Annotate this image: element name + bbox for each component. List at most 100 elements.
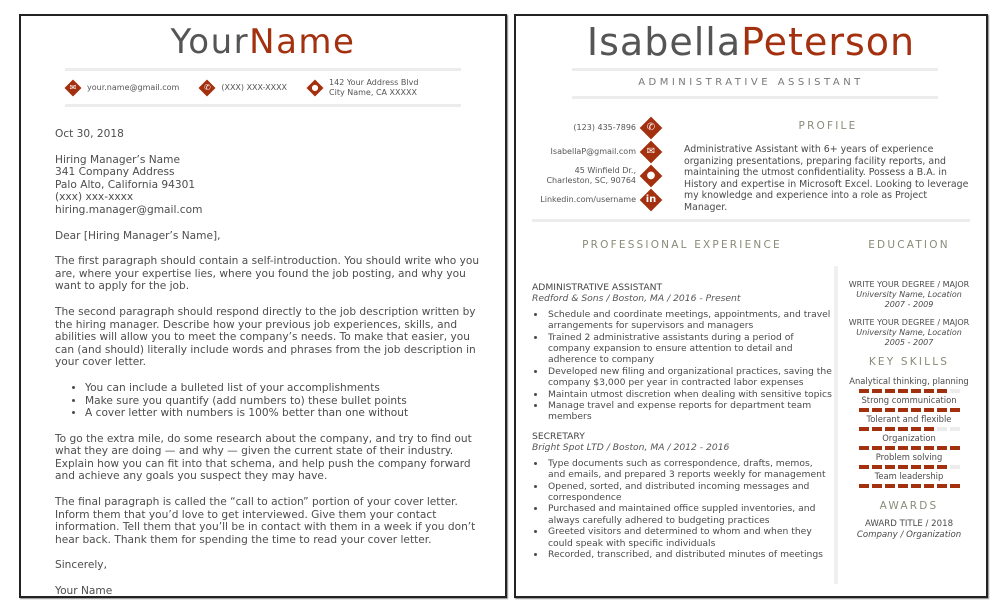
rating-segment-filled xyxy=(871,483,882,488)
rating-segment-filled xyxy=(936,483,947,488)
header-rule-bottom xyxy=(572,96,938,99)
job-bullet: Developed new filing and organizational … xyxy=(546,366,832,389)
rating-segment-filled xyxy=(871,388,882,393)
header-rule-top xyxy=(572,68,938,71)
profile-heading: PROFILE xyxy=(798,120,858,132)
skill-label: Problem solving xyxy=(875,451,943,462)
years: 2007 - 2009 xyxy=(884,299,934,309)
name-first: Your xyxy=(170,22,250,62)
rating-segment-filled xyxy=(936,388,947,393)
skill-item: Problem solving xyxy=(842,452,976,469)
rating-segment-filled xyxy=(871,426,882,431)
skill-item: Team leadership xyxy=(842,471,976,488)
contact-text: IsabellaP@gmail.com xyxy=(551,147,636,157)
contact-line: Charleston, SC, 90764 xyxy=(546,176,636,185)
job-bullets: Type documents such as correspondence, d… xyxy=(532,458,832,561)
education-list: WRITE YOUR DEGREE / MAJOR University Name… xyxy=(842,280,976,348)
name-first: Isabella xyxy=(586,20,742,64)
paragraph-intro: The first paragraph should contain a sel… xyxy=(55,255,480,293)
rating-segment-filled xyxy=(871,407,882,412)
rating-segment-filled xyxy=(897,407,908,412)
rating-segment-filled xyxy=(897,445,908,450)
experience-section: ADMINISTRATIVE ASSISTANT Redford & Sons /… xyxy=(532,282,832,568)
header-rule-bottom xyxy=(65,104,461,107)
education-item: WRITE YOUR DEGREE / MAJOR University Name… xyxy=(842,318,976,347)
rating-segment-empty xyxy=(949,426,960,431)
contact-item: Linkedin.com/username in xyxy=(526,188,662,212)
contact-line: your.name@gmail.com xyxy=(87,83,180,92)
award-item: AWARD TITLE / 2018 Company / Organizatio… xyxy=(842,519,976,540)
job-bullet: Maintain utmost discretion when dealing … xyxy=(546,389,832,400)
rating-segment-filled xyxy=(884,464,895,469)
skill-item: Strong communication xyxy=(842,395,976,412)
rating-segment-filled xyxy=(910,483,921,488)
skill-label: Strong communication xyxy=(861,394,957,405)
skill-label: Organization xyxy=(882,432,936,443)
cover-letter-name: YourName xyxy=(21,22,505,62)
contact-item: (123) 435-7896 ✆ xyxy=(526,116,662,140)
recipient-line: Hiring Manager’s Name xyxy=(55,153,180,166)
resume-page: IsabellaPeterson ADMINISTRATIVE ASSISTAN… xyxy=(514,14,988,598)
contact-text: 45 Winfield Dr., Charleston, SC, 90764 xyxy=(546,166,636,186)
linkedin-icon-glyph: in xyxy=(645,194,657,205)
contact-line: 45 Winfield Dr., xyxy=(574,166,636,175)
contact-item: ✉ your.name@gmail.com xyxy=(65,80,180,96)
rating-segment-filled xyxy=(858,483,869,488)
phone-icon: ✆ xyxy=(199,80,215,96)
job-bullets: Schedule and coordinate meetings, appoin… xyxy=(532,309,832,423)
bullet-item: You can include a bulleted list of your … xyxy=(85,382,485,395)
contact-text: (123) 435-7896 xyxy=(573,123,636,133)
years: 2005 - 2007 xyxy=(884,337,934,347)
rating-segment-filled xyxy=(936,407,947,412)
location-pin-icon: ● xyxy=(640,165,662,187)
rating-segment-filled xyxy=(897,388,908,393)
contact-text: Linkedin.com/username xyxy=(540,195,636,205)
job-bullet: Opened, sorted, and distributed incoming… xyxy=(546,481,832,504)
degree: WRITE YOUR DEGREE / MAJOR xyxy=(848,318,970,328)
rating-segment-filled xyxy=(897,464,908,469)
job-bullet: Recorded, transcribed, and distributed m… xyxy=(546,549,832,560)
rating-segment-empty xyxy=(936,426,947,431)
skill-rating xyxy=(842,445,976,450)
job-bullet: Schedule and coordinate meetings, appoin… xyxy=(546,309,832,332)
paragraph-call-to-action: The final paragraph is called the “call … xyxy=(55,496,476,546)
closing: Sincerely, xyxy=(55,559,107,572)
contact-line: (123) 435-7896 xyxy=(573,123,636,132)
paragraph-job-response: The second paragraph should respond dire… xyxy=(55,305,476,369)
envelope-icon-glyph: ✉ xyxy=(646,146,656,157)
job-bullet: Greeted visitors and determined to whom … xyxy=(546,526,832,549)
rating-segment-filled xyxy=(858,388,869,393)
contact-line: Linkedin.com/username xyxy=(540,195,636,204)
sidebar: WRITE YOUR DEGREE / MAJOR University Name… xyxy=(842,280,976,540)
rating-segment-filled xyxy=(923,464,934,469)
signature: Your Name xyxy=(55,585,113,598)
name-last: Peterson xyxy=(741,20,916,64)
skill-item: Tolerant and flexible xyxy=(842,414,976,431)
job-bullet: Type documents such as correspondence, d… xyxy=(546,458,832,481)
skills-heading: KEY SKILLS xyxy=(868,355,950,368)
contact-item: ✆ (XXX) XXX-XXXX xyxy=(199,80,287,96)
phone-icon: ✆ xyxy=(640,117,662,139)
name-last: Name xyxy=(249,22,356,62)
rating-segment-filled xyxy=(858,426,869,431)
location-pin-icon: ● xyxy=(307,80,323,96)
envelope-icon: ✉ xyxy=(640,141,662,163)
rating-segment-filled xyxy=(949,407,960,412)
skill-label: Tolerant and flexible xyxy=(866,413,952,424)
education-item: WRITE YOUR DEGREE / MAJOR University Name… xyxy=(842,280,976,309)
rating-segment-empty xyxy=(949,464,960,469)
location-pin-icon-glyph: ● xyxy=(311,83,319,92)
rating-segment-filled xyxy=(910,388,921,393)
linkedin-icon: in xyxy=(640,189,662,211)
recipient-line: hiring.manager@gmail.com xyxy=(55,203,203,216)
paragraph-research: To go the extra mile, do some research a… xyxy=(55,432,472,483)
school: University Name, Location xyxy=(856,289,962,299)
rating-segment-filled xyxy=(910,464,921,469)
rating-segment-filled xyxy=(884,388,895,393)
award-title: AWARD TITLE / 2018 xyxy=(864,519,954,530)
location-pin-icon-glyph: ● xyxy=(646,170,656,181)
job-bullet: Purchased and maintained office suppled … xyxy=(546,503,832,526)
salutation: Dear [Hiring Manager’s Name], xyxy=(55,229,221,242)
rating-segment-filled xyxy=(871,445,882,450)
section-rule xyxy=(532,219,970,222)
